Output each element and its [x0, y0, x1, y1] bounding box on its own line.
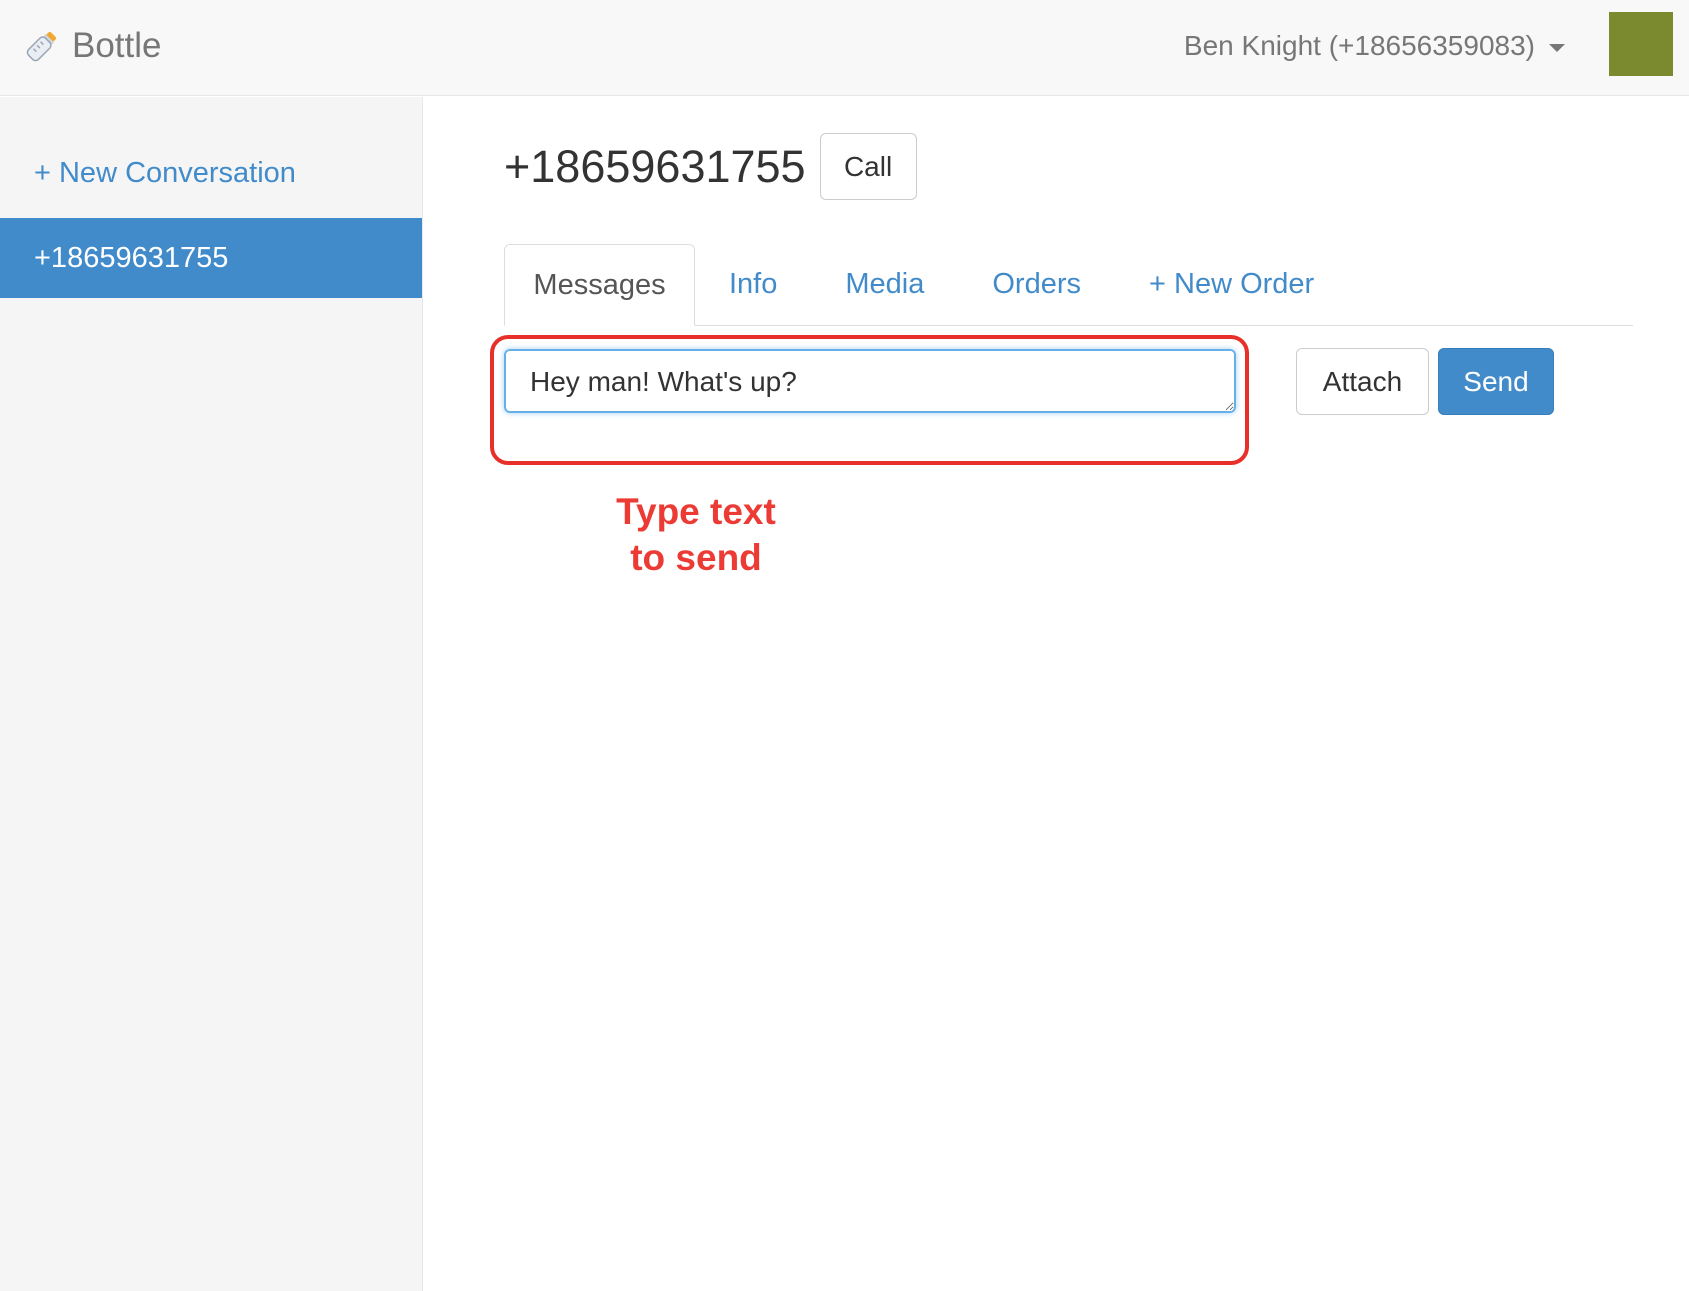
annotation-line-2: to send [630, 537, 762, 578]
tab-messages[interactable]: Messages [504, 244, 695, 326]
tab-media[interactable]: Media [811, 244, 958, 325]
user-name: Ben Knight (+18656359083) [1183, 30, 1535, 61]
annotation-text: Type text to send [574, 489, 818, 581]
contact-header: +18659631755 Call [504, 133, 917, 200]
bottle-icon [24, 28, 60, 64]
send-button[interactable]: Send [1438, 348, 1554, 415]
brand-name: Bottle [72, 26, 162, 65]
new-conversation-link[interactable]: + New Conversation [34, 157, 296, 190]
conversation-label: +18659631755 [34, 241, 229, 274]
tab-info[interactable]: Info [695, 244, 811, 325]
message-input[interactable]: Hey man! What's up? [504, 349, 1236, 413]
tab-orders[interactable]: Orders [958, 244, 1115, 325]
attach-button[interactable]: Attach [1296, 348, 1429, 415]
annotation-line-1: Type text [616, 491, 776, 532]
top-navbar: Bottle Ben Knight (+18656359083) [0, 0, 1689, 96]
tab-bar: Messages Info Media Orders + New Order [504, 244, 1633, 326]
tab-new-order[interactable]: + New Order [1115, 244, 1348, 325]
page-title: +18659631755 [504, 140, 806, 192]
sidebar: + New Conversation +18659631755 [0, 97, 423, 1291]
user-menu-dropdown[interactable]: Ben Knight (+18656359083) [1184, 24, 1565, 68]
brand[interactable]: Bottle [24, 22, 162, 70]
call-button[interactable]: Call [819, 133, 917, 200]
caret-down-icon [1549, 44, 1565, 52]
avatar[interactable] [1609, 12, 1673, 76]
main-panel: +18659631755 Call Messages Info Media Or… [424, 97, 1689, 1291]
sidebar-item-conversation[interactable]: +18659631755 [0, 218, 422, 298]
